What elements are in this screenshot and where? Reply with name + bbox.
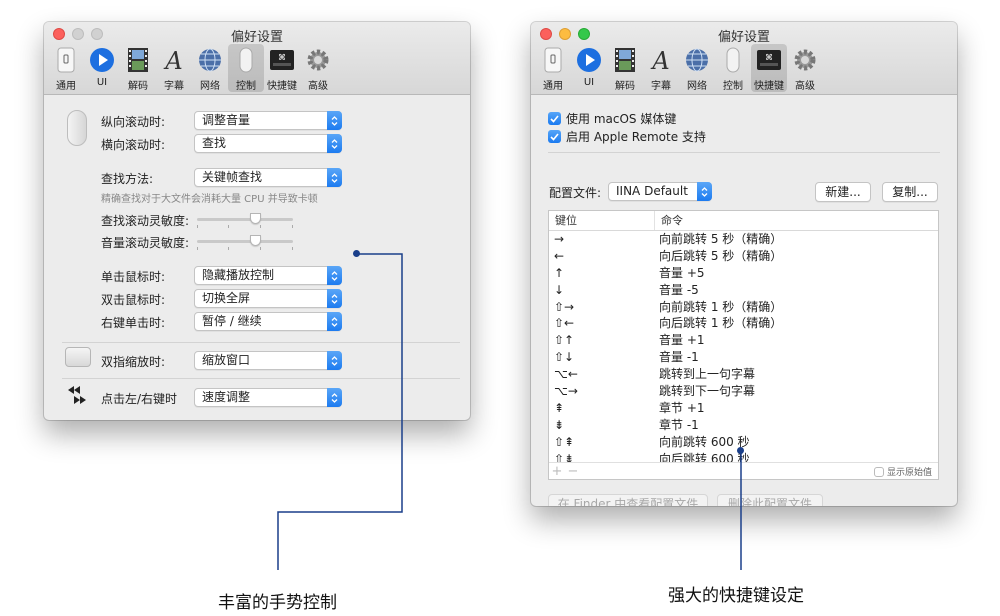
caption-gestures: 丰富的手势控制 [218, 593, 337, 613]
annotation-lines [277, 253, 742, 570]
annotation-line-left [277, 253, 403, 570]
caption-keybindings: 强大的快捷键设定 [668, 586, 804, 606]
annotation-dot-left [353, 250, 360, 257]
annotation-dot-right [737, 447, 744, 454]
